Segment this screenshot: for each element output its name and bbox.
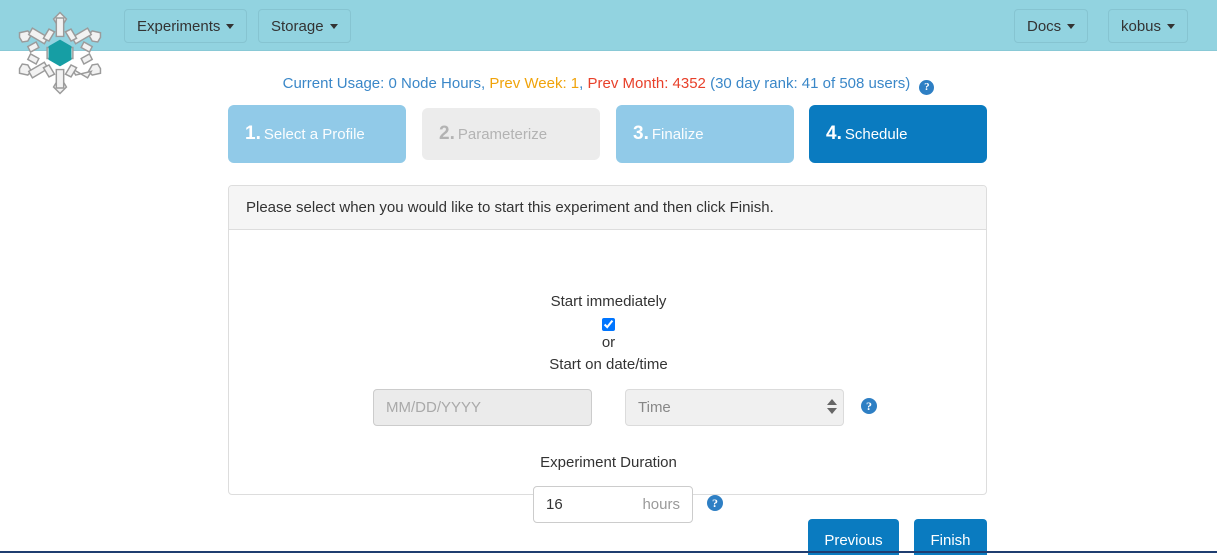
top-navbar: Experiments Storage Docs kobus [0,0,1217,51]
start-on-datetime-label: Start on date/time [549,356,668,373]
question-circle-icon[interactable]: ? [861,398,877,414]
question-circle-icon[interactable]: ? [919,80,935,95]
wizard-step-parameterize: 2. Parameterize [422,108,600,160]
or-separator-label: or [601,334,616,351]
caret-down-icon [1167,23,1176,29]
previous-button[interactable]: Previous [808,519,899,555]
panel-body: Start immediately or Start on date/time … [229,230,988,523]
duration-input-group: hours [533,486,693,523]
caret-down-icon [226,23,235,29]
start-immediately-label: Start immediately [550,293,667,310]
usage-prev-week: Prev Week: 1 [489,75,580,92]
wizard-step-finalize[interactable]: 3. Finalize [616,105,794,163]
usage-current: Current Usage: 0 Node Hours, [282,75,486,92]
nav-item-user-menu[interactable]: kobus [1108,9,1189,43]
schedule-panel: Please select when you would like to sta… [228,185,988,523]
wizard-step-schedule[interactable]: 4. Schedule [809,105,987,163]
usage-comma: , [579,75,584,92]
start-date-input[interactable] [373,389,592,426]
duration-input[interactable] [534,487,626,522]
wizard-step-3-number: 3. [633,123,649,144]
wizard-step-1-label: Select a Profile [263,125,365,143]
wizard-steps: 1. Select a Profile 2. Parameterize 3. F… [228,105,987,163]
bottom-divider [0,551,1217,553]
start-time-select[interactable]: Time [625,389,844,426]
panel-header-text: Please select when you would like to sta… [246,199,774,216]
caret-down-icon [329,23,338,29]
wizard-step-select-a-profile[interactable]: 1. Select a Profile [228,105,406,163]
panel-header: Please select when you would like to sta… [229,186,986,230]
question-circle-icon[interactable]: ? [707,495,723,511]
finish-button[interactable]: Finish [914,519,987,555]
usage-rank: (30 day rank: 41 of 508 users) [710,75,911,92]
nav-item-storage[interactable]: Storage [258,9,351,43]
wizard-step-2-number: 2. [439,123,455,144]
experiment-duration-label: Experiment Duration [540,454,677,471]
usage-summary: Current Usage: 0 Node Hours, Prev Week: … [0,75,1217,95]
nav-item-docs-label: Docs [1027,17,1062,35]
usage-prev-month: Prev Month: 4352 [587,75,706,92]
start-immediately-checkbox[interactable] [602,318,615,332]
wizard-step-4-label: Schedule [844,125,908,143]
snowflake-logo[interactable] [14,5,106,101]
page-root: Experiments Storage Docs kobus Current U… [0,0,1217,555]
nav-item-docs[interactable]: Docs [1014,9,1089,43]
nav-item-storage-label: Storage [271,17,324,35]
duration-unit-label: hours [642,496,680,513]
wizard-step-1-number: 1. [245,123,261,144]
wizard-step-3-label: Finalize [651,125,704,143]
caret-down-icon [1067,23,1076,29]
nav-item-experiments[interactable]: Experiments [124,9,248,43]
wizard-step-4-number: 4. [826,123,842,144]
nav-item-user-label: kobus [1121,17,1162,35]
start-immediately-checkbox-wrap [229,316,988,334]
wizard-step-2-label: Parameterize [457,125,548,143]
nav-item-experiments-label: Experiments [137,17,221,35]
